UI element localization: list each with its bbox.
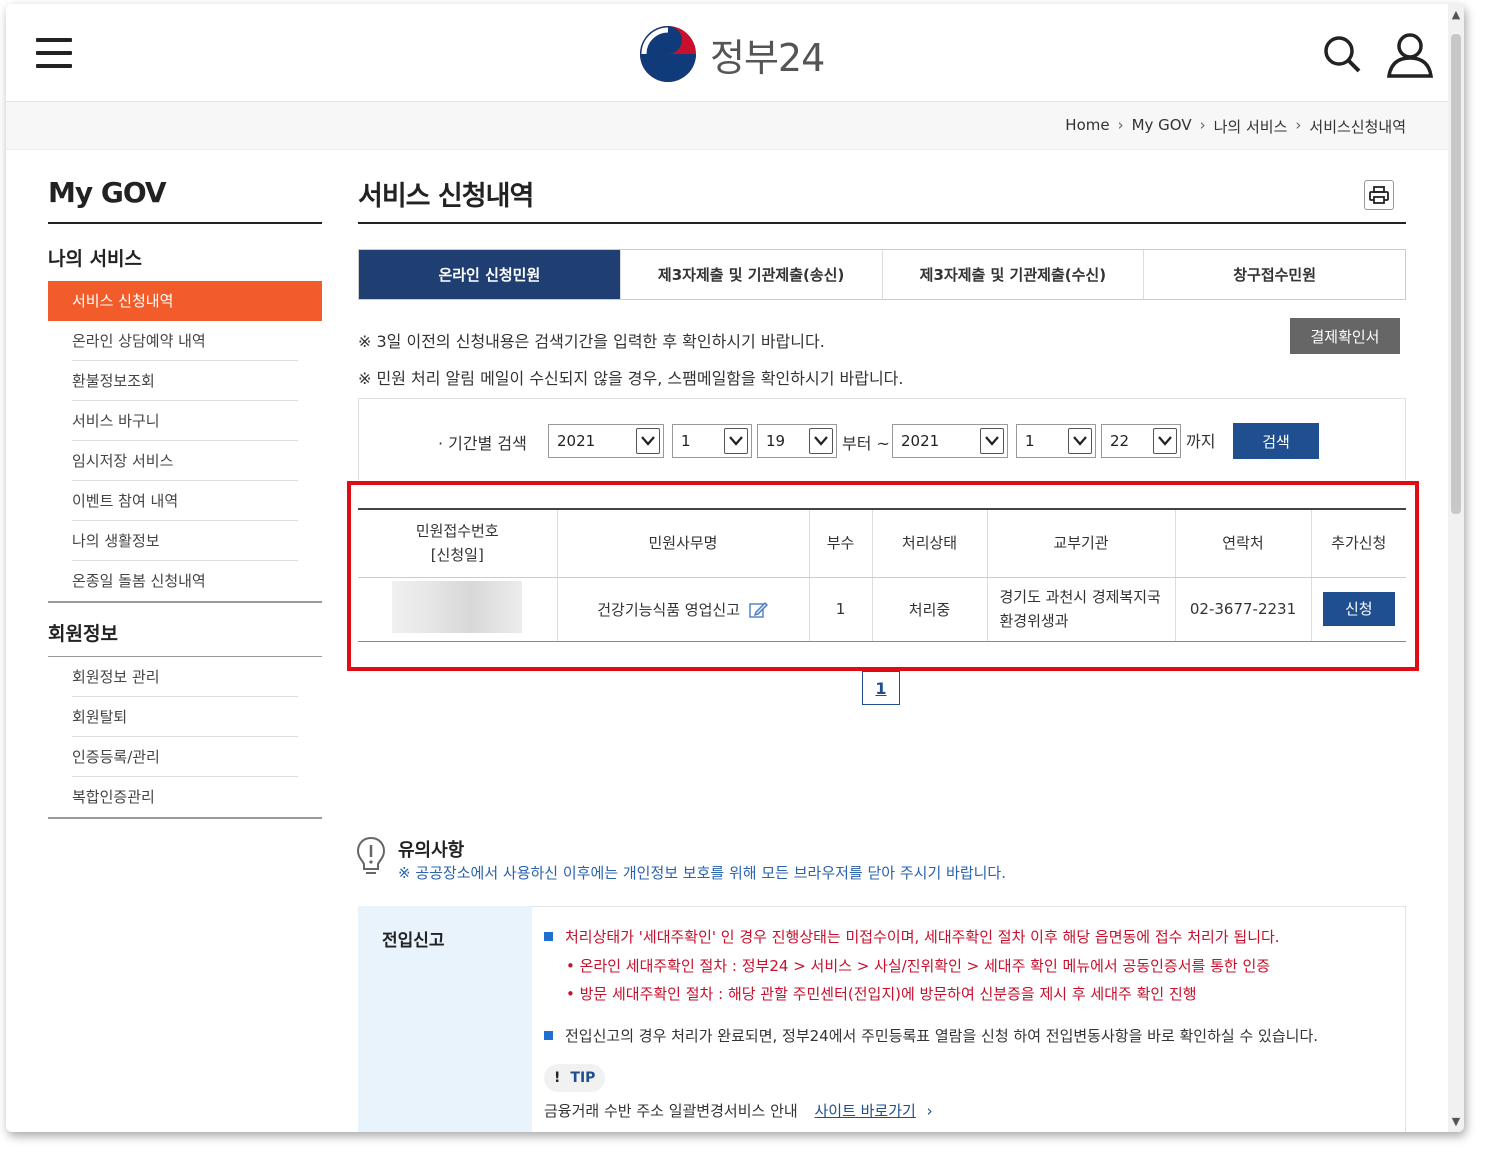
chevron-down-icon [636, 428, 660, 454]
to-month-value: 1 [1025, 432, 1035, 450]
user-icon[interactable] [1386, 32, 1434, 78]
scroll-down-icon[interactable]: ▼ [1450, 1115, 1462, 1128]
square-bullet-icon [544, 932, 553, 941]
sidebar-item-refund[interactable]: 환불정보조회 [48, 361, 322, 401]
chevron-down-icon [724, 428, 748, 454]
from-day-value: 19 [766, 432, 786, 450]
to-year-select[interactable]: 2021 [892, 424, 1008, 458]
notice-search-period: ※ 3일 이전의 신청내용은 검색기간을 입력한 후 확인하시기 바랍니다. [358, 332, 825, 351]
tip-label: TIP [570, 1070, 596, 1086]
to-year-value: 2021 [901, 432, 940, 450]
tab-bar: 온라인 신청민원 제3자제출 및 기관제출(송신) 제3자제출 및 기관제출(수… [358, 249, 1406, 300]
chevron-right-icon: › [926, 1102, 933, 1120]
info-line-1-text: 처리상태가 '세대주확인' 인 경우 진행상태는 미접수이며, 세대주확인 절차… [565, 928, 1280, 946]
sidebar-item-temp-saved[interactable]: 임시저장 서비스 [48, 441, 322, 481]
page-1-button[interactable]: 1 [862, 671, 900, 705]
breadcrumb-home[interactable]: Home [1065, 116, 1109, 137]
from-year-select[interactable]: 2021 [548, 424, 664, 458]
search-period-label: · 기간별 검색 [438, 434, 527, 453]
breadcrumb-mygov[interactable]: My GOV [1132, 116, 1192, 137]
exclamation-bulb-icon [356, 836, 386, 874]
info-line-3: • 방문 세대주확인 절차 : 해당 관할 주민센터(전입지)에 방문하여 신분… [566, 985, 1197, 1003]
site-link[interactable]: 사이트 바로가기 [814, 1102, 915, 1120]
divider [48, 222, 322, 224]
sidebar-title: My GOV [48, 176, 167, 209]
info-line-1: 처리상태가 '세대주확인' 인 경우 진행상태는 미접수이며, 세대주확인 절차… [544, 926, 1280, 947]
scroll-thumb[interactable] [1451, 34, 1461, 514]
taegeuk-logo-icon [640, 26, 696, 82]
chevron-right-icon: › [1295, 116, 1302, 134]
info-line-4: 전입신고의 경우 처리가 완료되면, 정부24에서 주민등록표 열람을 신청 하… [544, 1025, 1318, 1046]
breadcrumb: Home › My GOV › 나의 서비스 › 서비스신청내역 [1065, 116, 1406, 137]
breadcrumb-current: 서비스신청내역 [1309, 118, 1406, 136]
breadcrumb-bar: Home › My GOV › 나의 서비스 › 서비스신청내역 [6, 102, 1448, 150]
highlight-box [347, 481, 1419, 671]
caution-title: 유의사항 [398, 840, 465, 861]
logo-text: 정부24 [710, 35, 825, 80]
info-line-2: • 온라인 세대주확인 절차 : 정부24 > 서비스 > 사실/진위확인 > … [566, 957, 1271, 975]
sidebar-item-cert-manage[interactable]: 인증등록/관리 [48, 737, 322, 777]
tab-counter-application[interactable]: 창구접수민원 [1144, 250, 1405, 299]
chevron-right-icon: › [1117, 116, 1124, 134]
notice-spam: ※ 민원 처리 알림 메일이 수신되지 않을 경우, 스팸메일함을 확인하시기 … [358, 369, 904, 388]
breadcrumb-my-service[interactable]: 나의 서비스 [1214, 116, 1288, 137]
sidebar-item-withdraw[interactable]: 회원탈퇴 [48, 697, 322, 737]
search-button[interactable]: 검색 [1233, 423, 1319, 459]
search-period-label-text: 기간별 검색 [448, 434, 527, 453]
chevron-down-icon [980, 428, 1004, 454]
browser-window: 정부24 Home › My GOV › 나의 서비스 › 서비스신청내역 My GO… [6, 4, 1464, 1132]
sidebar-item-life-info[interactable]: 나의 생활정보 [48, 521, 322, 561]
tab-third-party-sent[interactable]: 제3자제출 및 기관제출(송신) [620, 250, 883, 299]
page-title: 서비스 신청내역 [358, 181, 534, 212]
printer-icon [1369, 186, 1389, 204]
tip-text: 금융거래 수반 주소 일괄변경서비스 안내 [544, 1102, 798, 1120]
scrollbar[interactable]: ▲ ▼ [1448, 4, 1464, 1132]
from-year-value: 2021 [557, 432, 596, 450]
from-day-select[interactable]: 19 [757, 424, 837, 458]
sidebar-item-consult-reservation[interactable]: 온라인 상담예약 내역 [48, 321, 322, 361]
print-button[interactable] [1364, 180, 1394, 210]
sidebar-item-service-history[interactable]: 서비스 신청내역 [48, 281, 322, 321]
search-icon[interactable] [1322, 34, 1362, 74]
square-bullet-icon [544, 1031, 553, 1040]
tip-badge: ! TIP [544, 1064, 606, 1092]
sidebar-section-my-service: 나의 서비스 [48, 248, 143, 270]
to-day-value: 22 [1110, 432, 1130, 450]
sidebar-section-member: 회원정보 [48, 623, 118, 645]
exclamation-icon: ! [554, 1070, 561, 1086]
info-title: 전입신고 [382, 931, 445, 951]
scroll-up-icon[interactable]: ▲ [1450, 8, 1462, 21]
tab-online-application[interactable]: 온라인 신청민원 [359, 250, 621, 299]
tab-third-party-received[interactable]: 제3자제출 및 기관제출(수신) [882, 250, 1145, 299]
to-month-select[interactable]: 1 [1016, 424, 1096, 458]
to-day-select[interactable]: 22 [1101, 424, 1181, 458]
chevron-down-icon [1153, 428, 1177, 454]
sidebar-item-childcare[interactable]: 온종일 돌봄 신청내역 [48, 561, 322, 601]
divider [358, 222, 1406, 224]
chevron-down-icon [809, 428, 833, 454]
logo[interactable]: 정부24 [638, 24, 825, 84]
menu-icon[interactable] [36, 38, 72, 70]
sidebar-menu-my-service: 서비스 신청내역 온라인 상담예약 내역 환불정보조회 서비스 바구니 임시저장… [48, 281, 322, 603]
payment-confirmation-button[interactable]: 결제확인서 [1290, 318, 1400, 354]
chevron-right-icon: › [1199, 116, 1206, 134]
sidebar-menu-member: 회원정보 관리 회원탈퇴 인증등록/관리 복합인증관리 [48, 657, 322, 819]
from-text: 부터 ~ [842, 434, 890, 453]
to-text: 까지 [1186, 432, 1216, 451]
sidebar-item-member-manage[interactable]: 회원정보 관리 [48, 657, 322, 697]
sidebar-item-service-basket[interactable]: 서비스 바구니 [48, 401, 322, 441]
caution-text: ※ 공공장소에서 사용하신 이후에는 개인정보 보호를 위해 모든 브라우저를 … [398, 864, 1006, 882]
info-line-4-text: 전입신고의 경우 처리가 완료되면, 정부24에서 주민등록표 열람을 신청 하… [565, 1027, 1319, 1045]
from-month-select[interactable]: 1 [672, 424, 752, 458]
tip-line: 금융거래 수반 주소 일괄변경서비스 안내 사이트 바로가기 › [544, 1100, 933, 1121]
chevron-down-icon [1068, 428, 1092, 454]
from-month-value: 1 [681, 432, 691, 450]
site-header: 정부24 [6, 4, 1448, 102]
sidebar-item-event[interactable]: 이벤트 참여 내역 [48, 481, 322, 521]
sidebar-item-multi-auth[interactable]: 복합인증관리 [48, 777, 322, 817]
